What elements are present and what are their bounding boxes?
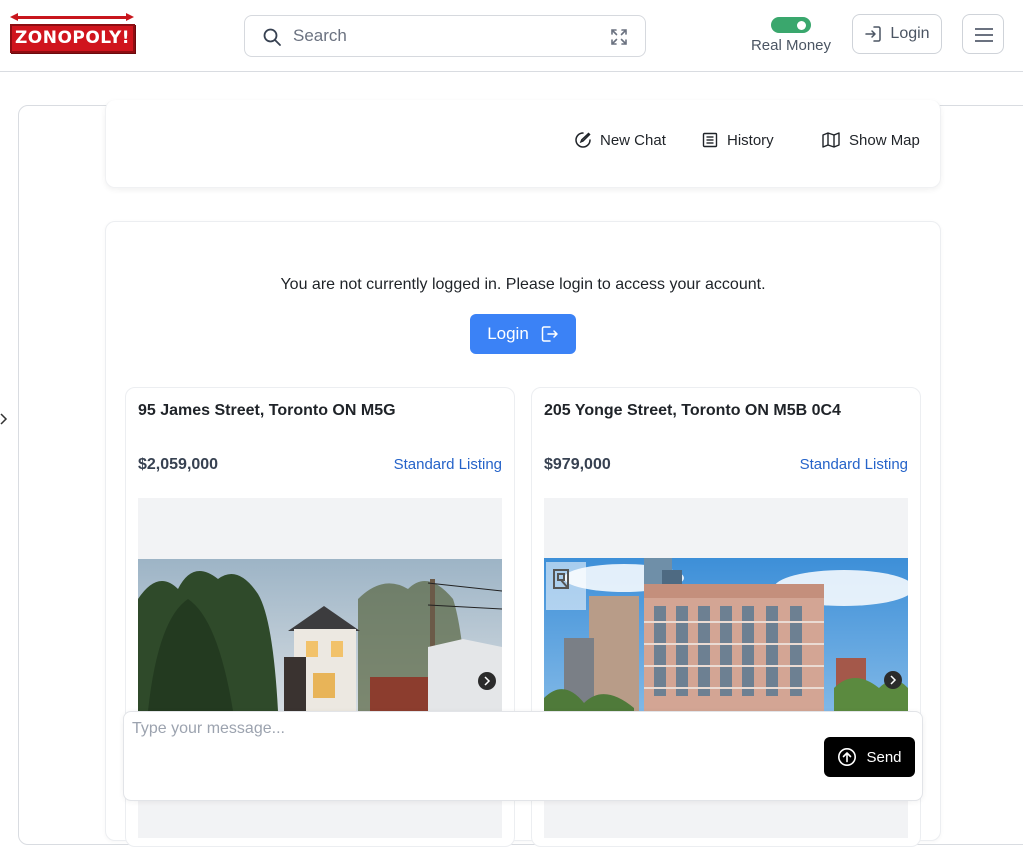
login-icon [865, 26, 882, 42]
history-button[interactable]: History [701, 128, 774, 152]
real-money-toggle[interactable]: Real Money [746, 16, 836, 56]
search-bar[interactable] [244, 15, 646, 57]
new-chat-label: New Chat [600, 131, 666, 149]
map-icon [822, 132, 840, 148]
send-label: Send [866, 748, 902, 766]
new-chat-button[interactable]: New Chat [574, 128, 666, 152]
chevron-right-icon[interactable] [0, 412, 8, 426]
menu-icon-line [975, 40, 993, 42]
new-chat-icon [575, 132, 591, 148]
listing-photo[interactable] [138, 559, 502, 711]
login-button[interactable]: Login [470, 314, 576, 354]
menu-button[interactable] [962, 14, 1004, 54]
listing-price: $979,000 [544, 456, 611, 473]
logout-arrow-icon [541, 326, 558, 342]
listing-type-tag[interactable]: Standard Listing [394, 456, 502, 473]
menu-icon-line [975, 34, 993, 36]
listing-address[interactable]: 205 Yonge Street, Toronto ON M5B 0C4 [544, 402, 841, 420]
top-header: ZONOPOLY! Real Money Login [0, 0, 1023, 72]
header-login-label: Login [890, 25, 930, 42]
chat-toolbar [105, 100, 941, 188]
logo-arrow-right [126, 13, 134, 21]
show-map-button[interactable]: Show Map [821, 128, 920, 152]
listing-price: $2,059,000 [138, 456, 219, 473]
toggle-knob [797, 21, 806, 30]
arrow-up-circle-icon [838, 748, 857, 766]
listing-type-tag[interactable]: Standard Listing [800, 456, 908, 473]
listing-address[interactable]: 95 James Street, Toronto ON M5G [138, 402, 396, 420]
login-notice: You are not currently logged in. Please … [280, 276, 766, 293]
send-button[interactable]: Send [824, 737, 915, 777]
logo-arrow-bar [14, 16, 130, 19]
message-input[interactable] [132, 720, 812, 780]
login-button-label: Login [487, 324, 529, 343]
zonopoly-logo[interactable]: ZONOPOLY! [10, 13, 136, 55]
logo-arrow-left [10, 13, 18, 21]
history-label: History [727, 131, 774, 149]
menu-icon-line [975, 28, 993, 30]
show-map-label: Show Map [849, 131, 920, 149]
header-login-button[interactable]: Login [852, 14, 942, 54]
expand-icon[interactable] [609, 27, 629, 47]
toggle-label: Real Money [750, 37, 832, 54]
history-icon [702, 132, 718, 148]
chat-input-box: Send [123, 711, 923, 801]
toggle-switch[interactable] [771, 17, 811, 33]
logo-text: ZONOPOLY! [10, 24, 135, 53]
search-input[interactable] [293, 16, 593, 56]
search-icon [263, 28, 281, 46]
